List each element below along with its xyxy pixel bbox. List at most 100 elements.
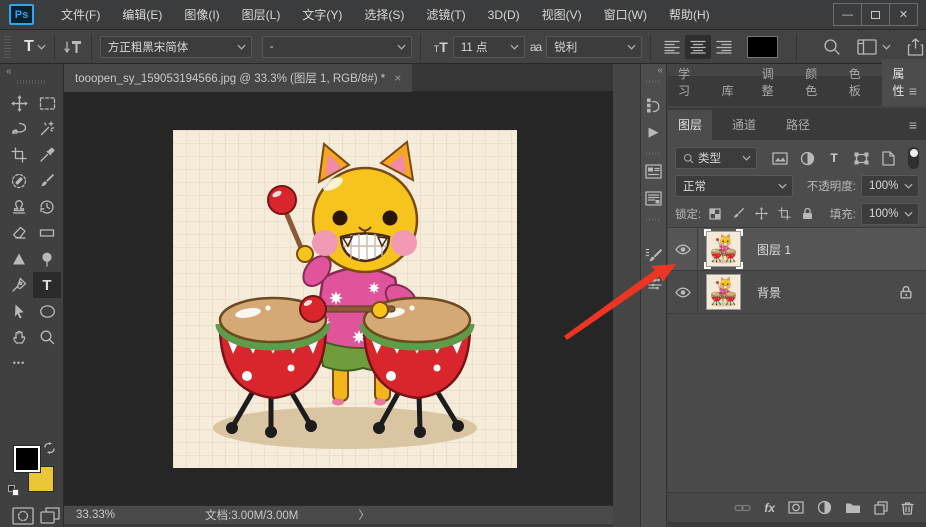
- lock-all-button[interactable]: [798, 204, 816, 224]
- menu-filter[interactable]: 滤镜(T): [415, 0, 476, 30]
- collapse-tools-icon[interactable]: «: [6, 66, 11, 77]
- gradient-tool[interactable]: [33, 220, 61, 246]
- document-tab[interactable]: tooopen_sy_159053194566.jpg @ 33.3% (图层 …: [64, 64, 413, 92]
- sharpen-tool[interactable]: [5, 246, 33, 272]
- dodge-tool[interactable]: [33, 246, 61, 272]
- menu-edit[interactable]: 编辑(E): [111, 0, 173, 30]
- lock-transparency-button[interactable]: [706, 204, 724, 224]
- quick-mask-button[interactable]: [12, 507, 34, 525]
- tab-learn[interactable]: 学习: [668, 59, 712, 106]
- panel-menu-icon[interactable]: ≡: [909, 83, 917, 99]
- layer-visibility-toggle[interactable]: [668, 271, 698, 313]
- lasso-tool[interactable]: [5, 116, 33, 142]
- menu-window[interactable]: 窗口(W): [593, 0, 658, 30]
- tab-layers[interactable]: 图层: [668, 110, 713, 140]
- hand-tool[interactable]: [5, 324, 33, 350]
- brushes-panel-button[interactable]: [641, 270, 666, 294]
- search-icon[interactable]: [823, 38, 841, 56]
- layer-style-icon[interactable]: fx: [764, 501, 775, 515]
- character-panel-button[interactable]: [641, 159, 666, 183]
- lock-pixels-button[interactable]: [729, 204, 747, 224]
- blend-mode-select[interactable]: 正常: [675, 175, 793, 197]
- menu-type[interactable]: 文字(Y): [291, 0, 353, 30]
- type-tool[interactable]: T: [33, 272, 61, 298]
- zoom-tool[interactable]: [33, 324, 61, 350]
- actions-panel-button[interactable]: ▶: [641, 120, 666, 144]
- chevron-down-icon[interactable]: [882, 44, 891, 50]
- tab-adjustments[interactable]: 调整: [752, 59, 796, 106]
- align-right-button[interactable]: [711, 35, 737, 59]
- foreground-color-swatch[interactable]: [13, 445, 41, 473]
- share-icon[interactable]: [907, 37, 924, 56]
- layer-name[interactable]: 图层 1: [757, 241, 791, 258]
- tab-libraries[interactable]: 库: [712, 76, 744, 106]
- swap-colors-icon[interactable]: [43, 442, 56, 454]
- tools-grip[interactable]: [17, 80, 47, 84]
- type-tool-preset-icon[interactable]: T: [24, 38, 34, 56]
- layer-filter-toggle[interactable]: [908, 147, 919, 169]
- tab-channels[interactable]: 通道: [722, 110, 766, 140]
- menu-3d[interactable]: 3D(D): [477, 0, 531, 30]
- opacity-field[interactable]: 100%: [861, 175, 919, 197]
- layer-name[interactable]: 背景: [757, 284, 781, 301]
- paragraph-panel-button[interactable]: [641, 186, 666, 210]
- close-tab-icon[interactable]: ×: [394, 71, 401, 85]
- new-layer-icon[interactable]: [874, 500, 888, 515]
- edit-toolbar-button[interactable]: •••: [5, 350, 33, 376]
- menu-layer[interactable]: 图层(L): [231, 0, 292, 30]
- filter-adjustment-layers-button[interactable]: [796, 148, 818, 168]
- anti-alias-select[interactable]: 锐利: [546, 35, 643, 58]
- font-style-select[interactable]: -: [261, 35, 412, 58]
- filter-type-layers-button[interactable]: T: [823, 148, 845, 168]
- move-tool[interactable]: [5, 90, 33, 116]
- screen-mode-button[interactable]: [40, 507, 60, 524]
- zoom-level-field[interactable]: 33.33%: [76, 509, 115, 521]
- chevron-down-icon[interactable]: [37, 44, 46, 50]
- delete-layer-icon[interactable]: [901, 501, 914, 515]
- menu-select[interactable]: 选择(S): [353, 0, 415, 30]
- add-layer-mask-icon[interactable]: [788, 501, 804, 514]
- pen-tool[interactable]: [5, 272, 33, 298]
- new-group-icon[interactable]: [845, 501, 861, 514]
- crop-tool[interactable]: [5, 142, 33, 168]
- font-size-select[interactable]: 11 点: [452, 35, 525, 58]
- layer-visibility-toggle[interactable]: [668, 228, 698, 270]
- filter-pixel-layers-button[interactable]: [769, 148, 791, 168]
- align-left-button[interactable]: [659, 35, 685, 59]
- history-brush-tool[interactable]: [33, 194, 61, 220]
- tab-properties[interactable]: 属性: [882, 59, 926, 106]
- canvas-image[interactable]: [173, 130, 517, 468]
- brush-settings-panel-button[interactable]: [641, 243, 666, 267]
- lock-position-button[interactable]: [752, 204, 770, 224]
- brush-tool[interactable]: [33, 168, 61, 194]
- menu-image[interactable]: 图像(I): [173, 0, 230, 30]
- filter-shape-layers-button[interactable]: [850, 148, 872, 168]
- layer-row-1[interactable]: 图层 1: [668, 228, 926, 271]
- layer-thumbnail[interactable]: [704, 229, 743, 269]
- link-layers-icon[interactable]: [734, 503, 751, 513]
- rectangular-marquee-tool[interactable]: [33, 90, 61, 116]
- canvas-area[interactable]: [64, 92, 613, 505]
- workspace-switcher-icon[interactable]: [857, 38, 877, 55]
- tab-swatches[interactable]: 色板: [839, 59, 883, 106]
- lock-artboard-button[interactable]: [775, 204, 793, 224]
- maximize-button[interactable]: [861, 3, 890, 26]
- options-grip[interactable]: [4, 35, 11, 58]
- clone-stamp-tool[interactable]: [5, 194, 33, 220]
- layer-filter-type-select[interactable]: 类型: [675, 147, 757, 169]
- menu-file[interactable]: 文件(F): [50, 0, 111, 30]
- path-selection-tool[interactable]: [5, 298, 33, 324]
- menu-help[interactable]: 帮助(H): [658, 0, 721, 30]
- panel-menu-icon[interactable]: ≡: [909, 117, 917, 133]
- history-panel-button[interactable]: [641, 93, 666, 117]
- text-color-swatch[interactable]: [747, 35, 779, 58]
- ellipse-shape-tool[interactable]: [33, 298, 61, 324]
- eraser-tool[interactable]: [5, 220, 33, 246]
- collapse-dock-icon[interactable]: «: [641, 64, 666, 76]
- fill-field[interactable]: 100%: [861, 202, 919, 225]
- tab-paths[interactable]: 路径: [776, 110, 820, 140]
- font-family-select[interactable]: 方正粗黑宋简体: [99, 35, 252, 58]
- layer-thumbnail[interactable]: [706, 274, 741, 310]
- spot-healing-brush-tool[interactable]: [5, 168, 33, 194]
- text-orientation-icon[interactable]: [63, 38, 83, 56]
